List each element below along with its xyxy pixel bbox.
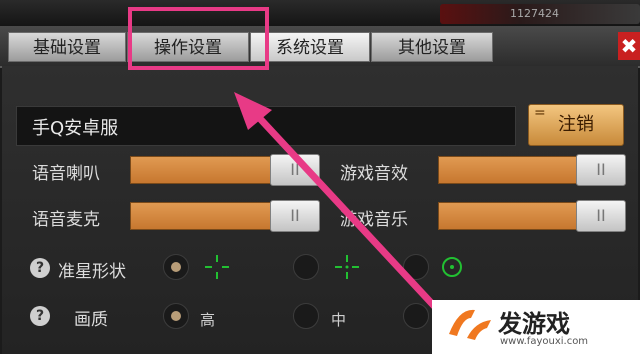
watermark-title: 发游戏	[498, 310, 570, 338]
watermark-url: www.fayouxi.com	[500, 336, 589, 347]
watermark-logo-icon	[449, 309, 491, 340]
